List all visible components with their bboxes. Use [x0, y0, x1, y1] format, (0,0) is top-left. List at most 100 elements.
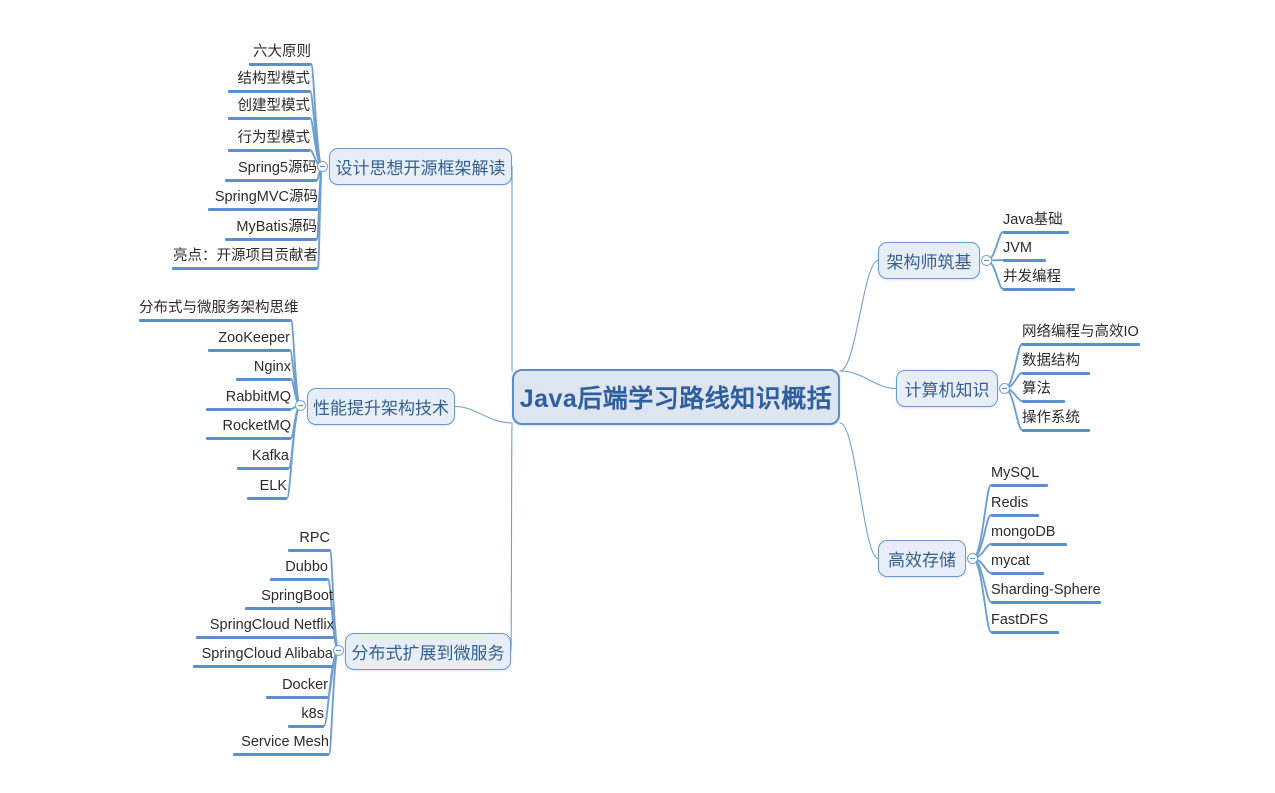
leaf-microservice-3[interactable]: SpringCloud Netflix: [196, 616, 334, 642]
leaf-label: Dubbo: [285, 559, 328, 575]
leaf-underline: [991, 484, 1048, 487]
leaf-underline: [206, 408, 291, 411]
leaf-underline: [225, 238, 317, 241]
leaf-microservice-4[interactable]: SpringCloud Alibaba: [193, 645, 333, 671]
leaf-underline: [288, 725, 324, 728]
leaf-computer-0[interactable]: 网络编程与高效IO: [1022, 323, 1140, 349]
leaf-microservice-7[interactable]: Service Mesh: [233, 733, 329, 759]
central-node: Java后端学习路线知识概括: [512, 369, 840, 425]
leaf-underline: [1003, 231, 1069, 234]
toggle-computer[interactable]: [999, 383, 1010, 394]
toggle-storage[interactable]: [967, 553, 978, 564]
leaf-underline: [266, 696, 328, 699]
toggle-microservice[interactable]: [333, 645, 344, 656]
leaf-underline: [991, 543, 1067, 546]
leaf-underline: [1022, 429, 1090, 432]
leaf-design-3[interactable]: 行为型模式: [228, 129, 310, 155]
branch-node-computer[interactable]: 计算机知识: [896, 370, 998, 407]
leaf-storage-4[interactable]: Sharding-Sphere: [991, 581, 1101, 607]
leaf-label: RabbitMQ: [225, 389, 291, 405]
leaf-label: 创建型模式: [237, 98, 311, 114]
leaf-label: SpringBoot: [261, 588, 333, 604]
leaf-label: Redis: [991, 495, 1029, 511]
leaf-label: 行为型模式: [237, 130, 311, 146]
leaf-underline: [236, 378, 291, 381]
branch-node-performance[interactable]: 性能提升架构技术: [307, 388, 455, 425]
leaf-design-6[interactable]: MyBatis源码: [225, 218, 317, 244]
leaf-underline: [991, 514, 1039, 517]
leaf-underline: [249, 63, 311, 66]
toggle-design[interactable]: [317, 161, 328, 172]
leaf-underline: [1022, 400, 1065, 403]
leaf-design-2[interactable]: 创建型模式: [228, 97, 310, 123]
leaf-label: SpringMVC源码: [214, 189, 318, 205]
leaf-architect-1[interactable]: JVM: [1003, 239, 1046, 265]
leaf-label: 分布式与微服务架构思维: [139, 300, 299, 316]
leaf-label: Kafka: [251, 448, 289, 464]
leaf-storage-3[interactable]: mycat: [991, 552, 1044, 578]
leaf-performance-5[interactable]: Kafka: [237, 447, 289, 473]
leaf-label: 亮点：开源项目贡献者: [173, 248, 318, 264]
leaf-computer-3[interactable]: 操作系统: [1022, 409, 1090, 435]
leaf-storage-0[interactable]: MySQL: [991, 464, 1048, 490]
branch-node-architect[interactable]: 架构师筑基: [878, 242, 980, 279]
leaf-performance-1[interactable]: ZooKeeper: [208, 329, 290, 355]
leaf-underline: [991, 631, 1059, 634]
leaf-label: SpringCloud Alibaba: [201, 646, 333, 662]
leaf-underline: [233, 753, 329, 756]
leaf-storage-1[interactable]: Redis: [991, 494, 1039, 520]
leaf-underline: [288, 549, 330, 552]
leaf-microservice-6[interactable]: k8s: [288, 705, 324, 731]
leaf-storage-2[interactable]: mongoDB: [991, 523, 1067, 549]
leaf-architect-2[interactable]: 并发编程: [1003, 268, 1075, 294]
leaf-underline: [1003, 259, 1046, 262]
leaf-performance-4[interactable]: RocketMQ: [206, 417, 291, 443]
leaf-underline: [193, 665, 333, 668]
mindmap-canvas: Java后端学习路线知识概括 设计思想开源框架解读 六大原则 结构型模式创建型模式行为…: [0, 0, 1275, 793]
leaf-label: Docker: [282, 677, 328, 693]
leaf-underline: [991, 572, 1044, 575]
leaf-label: MySQL: [991, 465, 1040, 481]
leaf-label: 并发编程: [1003, 269, 1061, 285]
toggle-architect[interactable]: [981, 255, 992, 266]
leaf-design-4[interactable]: Spring5源码: [225, 159, 317, 185]
leaf-label: 操作系统: [1022, 410, 1080, 426]
leaf-label: RocketMQ: [222, 418, 292, 434]
leaf-performance-0[interactable]: 分布式与微服务架构思维: [139, 299, 299, 325]
leaf-label: FastDFS: [991, 612, 1049, 628]
leaf-computer-1[interactable]: 数据结构: [1022, 352, 1090, 378]
leaf-underline: [1003, 288, 1075, 291]
branch-node-microservice[interactable]: 分布式扩展到微服务: [345, 633, 511, 670]
leaf-label: ZooKeeper: [218, 330, 290, 346]
leaf-underline: [228, 90, 310, 93]
leaf-performance-3[interactable]: RabbitMQ: [206, 388, 291, 414]
leaf-microservice-5[interactable]: Docker: [266, 676, 328, 702]
leaf-label: RPC: [299, 530, 330, 546]
branch-node-design[interactable]: 设计思想开源框架解读: [329, 148, 512, 185]
leaf-underline: [225, 179, 317, 182]
leaf-design-1[interactable]: 结构型模式: [228, 70, 310, 96]
leaf-design-7[interactable]: 亮点：开源项目贡献者: [172, 247, 318, 273]
leaf-microservice-2[interactable]: SpringBoot: [245, 587, 333, 613]
leaf-underline: [237, 467, 289, 470]
leaf-microservice-1[interactable]: Dubbo: [270, 558, 328, 584]
leaf-storage-5[interactable]: FastDFS: [991, 611, 1059, 637]
leaf-underline: [172, 267, 318, 270]
leaf-underline: [228, 117, 310, 120]
leaf-label: Java基础: [1003, 212, 1063, 228]
leaf-computer-2[interactable]: 算法: [1022, 380, 1065, 406]
leaf-performance-6[interactable]: ELK: [247, 477, 287, 503]
leaf-microservice-0[interactable]: RPC: [288, 529, 330, 555]
leaf-performance-2[interactable]: Nginx: [236, 358, 291, 384]
leaf-underline: [208, 349, 290, 352]
leaf-underline: [206, 437, 291, 440]
toggle-performance[interactable]: [295, 400, 306, 411]
leaf-label: Service Mesh: [241, 734, 329, 750]
branch-node-storage[interactable]: 高效存储: [878, 540, 966, 577]
leaf-architect-0[interactable]: Java基础: [1003, 211, 1069, 237]
leaf-design-0[interactable]: 六大原则: [249, 43, 311, 69]
leaf-underline: [1022, 372, 1090, 375]
leaf-design-5[interactable]: SpringMVC源码: [208, 188, 318, 214]
leaf-underline: [228, 149, 310, 152]
leaf-underline: [247, 497, 287, 500]
